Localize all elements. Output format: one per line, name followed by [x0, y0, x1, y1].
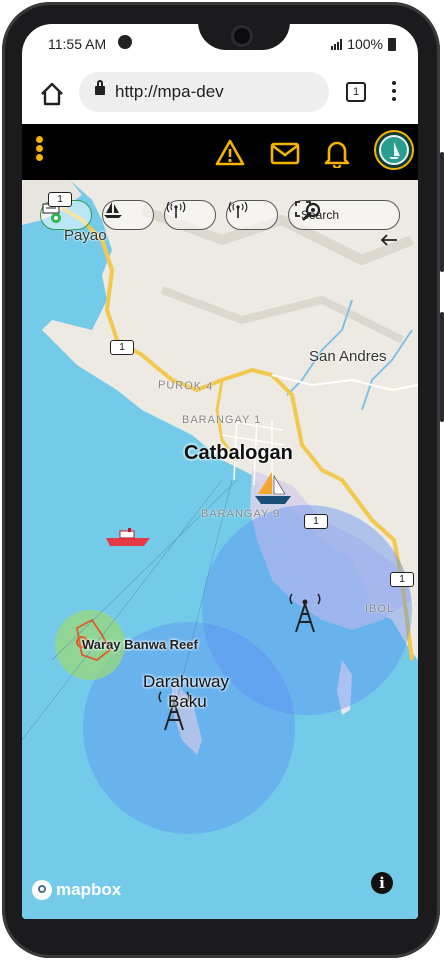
district-label: IBOL: [365, 603, 395, 615]
road-shield: 1: [390, 572, 414, 587]
status-right: 100%: [331, 36, 396, 52]
warning-icon[interactable]: [215, 138, 245, 168]
power-button: [440, 312, 444, 422]
home-icon[interactable]: [38, 80, 66, 108]
reef-label: Waray Banwa Reef: [82, 637, 198, 652]
sailboat-filter-icon: [104, 202, 122, 218]
mapbox-wordmark: mapbox: [56, 880, 122, 899]
map-canvas: [22, 180, 418, 834]
map-search-box[interactable]: Search: [288, 200, 400, 230]
tower-filter-button-2[interactable]: [226, 200, 278, 230]
city-label: Catbalogan: [184, 442, 293, 464]
antenna-icon: [166, 201, 186, 218]
fullscreen-icon[interactable]: [295, 201, 311, 217]
vessel-icon[interactable]: [106, 528, 150, 546]
phone-screen: 11:55 AM 100% http://mpa-dev 1 Search Pa…: [22, 24, 418, 919]
vertical-dots-icon[interactable]: [36, 136, 43, 163]
vessel-filter-button[interactable]: [102, 200, 154, 230]
volume-button: [440, 152, 444, 272]
district-label: PUROK 4: [157, 379, 214, 393]
road-shield: 1: [48, 192, 72, 207]
map-view[interactable]: Search Payao San Andres PUROK 4 BARANGAY…: [22, 180, 418, 919]
road-shield: 1: [110, 340, 134, 355]
district-label: BARANGAY 9: [201, 508, 281, 520]
mapbox-logo-icon: [32, 880, 52, 900]
browser-menu-icon[interactable]: [392, 81, 396, 105]
antenna-icon: [228, 201, 248, 218]
status-time: 11:55 AM: [48, 36, 107, 52]
url-text: http://mpa-dev: [115, 82, 224, 101]
phone-frame: 11:55 AM 100% http://mpa-dev 1 Search Pa…: [2, 2, 444, 958]
island-label: Darahuway: [143, 672, 229, 691]
spotify-icon: [118, 35, 132, 49]
front-camera: [234, 28, 250, 44]
place-label: San Andres: [309, 348, 387, 365]
road-shield: 1: [304, 514, 328, 529]
district-label: BARANGAY 1: [182, 414, 262, 426]
tab-switcher-button[interactable]: 1: [346, 82, 366, 102]
battery-percent: 100%: [347, 36, 383, 52]
avatar[interactable]: [374, 130, 414, 170]
info-icon[interactable]: i: [371, 872, 393, 894]
battery-icon: [388, 37, 396, 51]
island-label: Baku: [168, 692, 207, 711]
signal-icon: [331, 38, 343, 50]
mapbox-attribution[interactable]: mapbox: [32, 880, 121, 900]
bell-icon[interactable]: [322, 138, 352, 168]
back-arrow-icon[interactable]: [380, 233, 398, 247]
browser-toolbar: http://mpa-dev 1: [22, 68, 418, 124]
lock-icon: [95, 80, 105, 95]
mail-icon[interactable]: [270, 138, 300, 168]
address-bar[interactable]: http://mpa-dev: [79, 72, 329, 112]
tower-filter-button[interactable]: [164, 200, 216, 230]
app-header: [22, 124, 418, 180]
place-label: Payao: [64, 227, 107, 244]
